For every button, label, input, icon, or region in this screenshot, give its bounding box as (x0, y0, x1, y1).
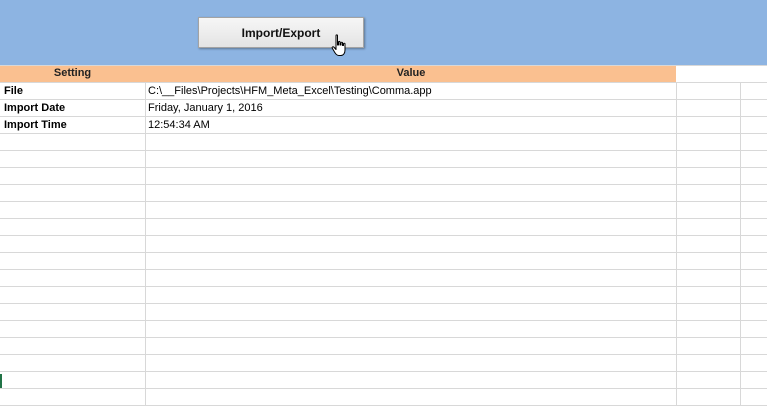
row-divider (0, 388, 767, 389)
row-divider (0, 252, 767, 253)
column-divider (740, 82, 741, 406)
row-divider (0, 150, 767, 151)
row-divider (0, 133, 767, 134)
row-divider (0, 354, 767, 355)
row-divider (0, 303, 767, 304)
row-divider (0, 167, 767, 168)
header-value: Value (396, 67, 426, 79)
row-divider (0, 320, 767, 321)
hand-pointer-icon (331, 34, 346, 56)
row-divider (0, 269, 767, 270)
row-divider (0, 201, 767, 202)
setting-import-date[interactable]: Import Date (4, 100, 65, 116)
setting-file[interactable]: File (4, 83, 23, 99)
row-divider (0, 184, 767, 185)
table-header-row: Setting Value (0, 65, 676, 82)
column-divider (145, 82, 146, 406)
row-divider (0, 286, 767, 287)
row-divider (0, 337, 767, 338)
row-divider (0, 99, 767, 100)
column-divider (676, 82, 677, 406)
header-setting: Setting (53, 67, 92, 79)
value-file[interactable]: C:\__Files\Projects\HFM_Meta_Excel\Testi… (148, 83, 432, 99)
row-divider (0, 65, 767, 66)
value-import-date[interactable]: Friday, January 1, 2016 (148, 100, 263, 116)
value-import-time[interactable]: 12:54:34 AM (148, 117, 210, 133)
row-divider (0, 116, 767, 117)
row-selection-marker (0, 374, 2, 388)
toolbar-band: Import/Export (0, 0, 767, 65)
row-divider (0, 235, 767, 236)
row-divider (0, 218, 767, 219)
row-divider (0, 371, 767, 372)
spreadsheet-grid: Setting Value File C:\__Files\Projects\H… (0, 65, 767, 406)
setting-import-time[interactable]: Import Time (4, 117, 67, 133)
